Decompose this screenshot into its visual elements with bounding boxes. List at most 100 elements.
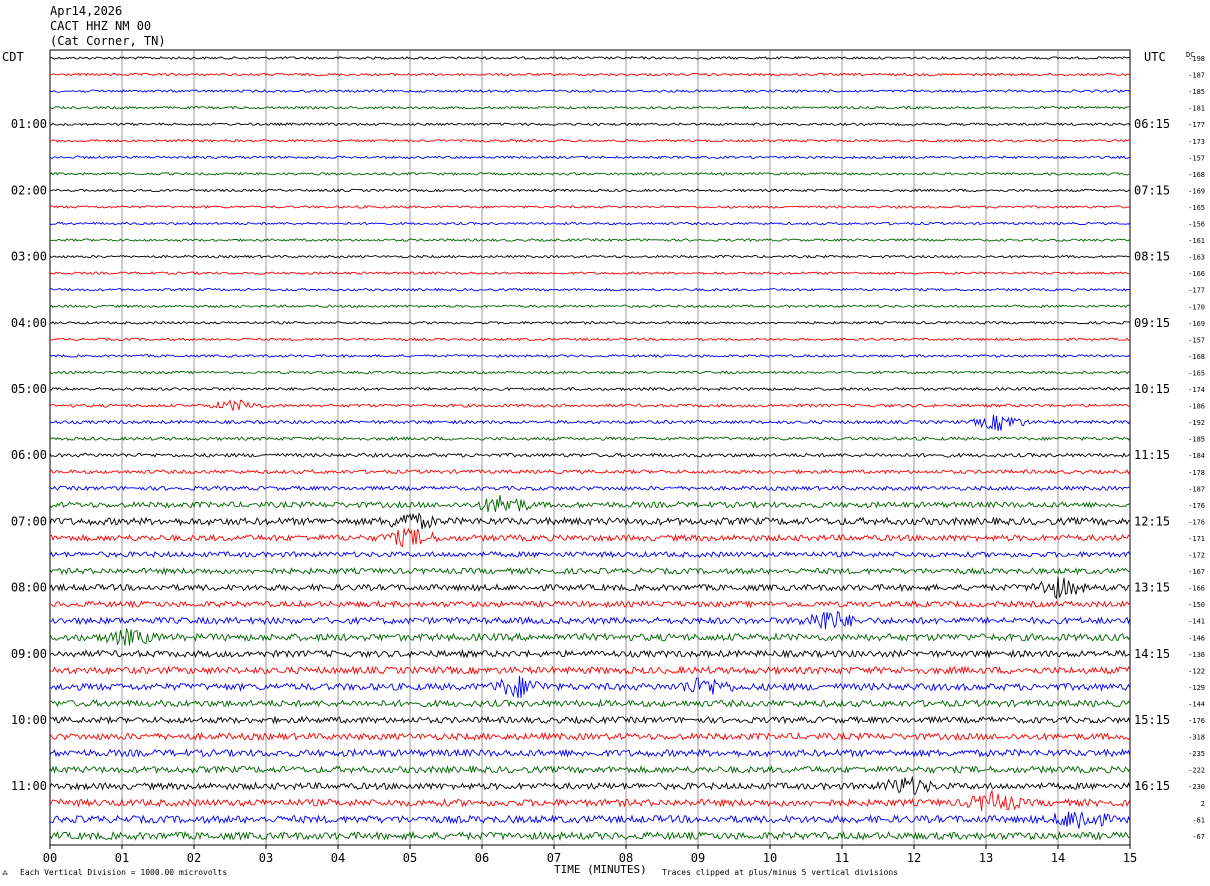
utc-hour-label: 11:15	[1134, 448, 1170, 462]
dc-column-title: DC	[1186, 51, 1194, 59]
x-tick-label: 03	[259, 851, 273, 865]
cdt-hour-label: 01:00	[11, 117, 47, 131]
dc-offset-value: -122	[1188, 667, 1205, 675]
dc-offset-value: -136	[1188, 651, 1205, 659]
dc-offset-value: -165	[1188, 204, 1205, 212]
dc-offset-value: -163	[1188, 254, 1205, 262]
cdt-hour-label: 11:00	[11, 779, 47, 793]
cdt-hour-label: 03:00	[11, 250, 47, 264]
trace-line	[49, 789, 1131, 812]
dc-offset-value: -181	[1188, 105, 1205, 113]
dc-offset-value: -186	[1188, 403, 1205, 411]
dc-offset-value: 2	[1201, 800, 1205, 808]
trace-line	[49, 468, 1131, 475]
trace-line	[49, 698, 1131, 708]
dc-offset-value: -185	[1188, 436, 1205, 444]
dc-offset-value: -170	[1188, 303, 1205, 311]
dc-offset-value: -318	[1188, 734, 1205, 742]
trace-line	[49, 776, 1131, 795]
dc-offset-value: -174	[1188, 386, 1205, 394]
trace-line	[49, 731, 1131, 742]
trace-line	[49, 386, 1131, 392]
minute-tick-labels: 00 01 02 03 04 05 06 07 08 09 10 11 12 13 14 15	[43, 845, 1137, 865]
x-tick-label: 05	[403, 851, 417, 865]
dc-offset-value: -177	[1188, 287, 1205, 295]
utc-hour-label: 08:15	[1134, 250, 1170, 264]
clip-note: Traces clipped at plus/minus 5 vertical …	[662, 868, 899, 877]
dc-offset-value: -230	[1188, 783, 1205, 791]
trace-line	[49, 171, 1131, 176]
dc-offset-value: -144	[1188, 700, 1205, 708]
minute-gridlines	[49, 49, 1131, 846]
cdt-hour-label: 04:00	[11, 316, 47, 330]
dc-offset-labels: -198-187-185-181-177-173-157-168-169-165…	[1188, 55, 1205, 841]
dc-offset-value: -169	[1188, 187, 1205, 195]
dc-offset-value: -168	[1188, 171, 1205, 179]
utc-hour-label: 15:15	[1134, 713, 1170, 727]
trace-line	[49, 221, 1131, 226]
dc-offset-value: -67	[1192, 833, 1205, 841]
dc-offset-value: -61	[1192, 816, 1205, 824]
trace-line	[49, 566, 1131, 576]
trace-line	[49, 304, 1131, 309]
dc-offset-value: -176	[1188, 717, 1205, 725]
dc-offset-value: -178	[1188, 469, 1205, 477]
utc-hour-label: 10:15	[1134, 382, 1170, 396]
dc-offset-value: -176	[1188, 518, 1205, 526]
trace-line	[49, 399, 1131, 412]
trace-line	[49, 370, 1131, 375]
dc-offset-value: -157	[1188, 154, 1205, 162]
dc-offset-value: -165	[1188, 369, 1205, 377]
trace-line	[50, 599, 1131, 609]
x-tick-label: 04	[331, 851, 345, 865]
trace-line	[49, 138, 1131, 143]
dc-offset-value: -177	[1188, 121, 1205, 129]
trace-line	[49, 287, 1131, 292]
utc-hour-label: 13:15	[1134, 581, 1170, 595]
cdt-hour-label: 09:00	[11, 647, 47, 661]
trace-line	[49, 675, 1131, 699]
trace-line	[49, 748, 1131, 758]
trace-line	[49, 436, 1131, 442]
dc-offset-value: -150	[1188, 601, 1205, 609]
trace-line	[49, 576, 1131, 600]
dc-offset-value: -171	[1188, 535, 1205, 543]
trace-line	[49, 495, 1131, 513]
trace-line	[49, 527, 1131, 548]
trace-line	[49, 550, 1131, 559]
dc-offset-value: -141	[1188, 618, 1205, 626]
x-tick-label: 13	[979, 851, 993, 865]
cdt-hour-label: 08:00	[11, 581, 47, 595]
plot-frame	[49, 49, 1131, 846]
dc-offset-value: -169	[1188, 320, 1205, 328]
dc-offset-value: -129	[1188, 684, 1205, 692]
dc-offset-value: -166	[1188, 270, 1205, 278]
trace-line	[49, 254, 1131, 259]
cdt-time-labels: 01:00 02:00 03:00 04:00 05:00 06:00 07:00 08:00…	[11, 117, 47, 793]
trace-line	[49, 810, 1131, 829]
utc-hour-label: 16:15	[1134, 779, 1170, 793]
dc-offset-value: -187	[1188, 485, 1205, 493]
dc-offset-value: -168	[1188, 353, 1205, 361]
seismic-traces	[49, 55, 1131, 842]
trace-line	[49, 764, 1131, 775]
dc-offset-value: -192	[1188, 419, 1205, 427]
dc-offset-value: -173	[1188, 138, 1205, 146]
trace-line	[49, 414, 1131, 431]
dc-offset-value: -161	[1188, 237, 1205, 245]
utc-hour-label: 12:15	[1134, 514, 1170, 528]
x-tick-label: 14	[1051, 851, 1065, 865]
dc-offset-value: -185	[1188, 88, 1205, 96]
x-tick-label: 06	[475, 851, 489, 865]
trace-line	[49, 337, 1131, 342]
x-tick-label: 10	[763, 851, 777, 865]
trace-line	[49, 485, 1131, 492]
trace-line	[49, 105, 1131, 110]
utc-hour-label: 09:15	[1134, 316, 1170, 330]
trace-line	[49, 830, 1131, 842]
cdt-hour-label: 05:00	[11, 382, 47, 396]
x-tick-label: 09	[691, 851, 705, 865]
trace-line	[49, 715, 1131, 725]
scale-note: Each Vertical Division = 1000.00 microvo…	[20, 868, 228, 877]
trace-line	[49, 204, 1131, 209]
